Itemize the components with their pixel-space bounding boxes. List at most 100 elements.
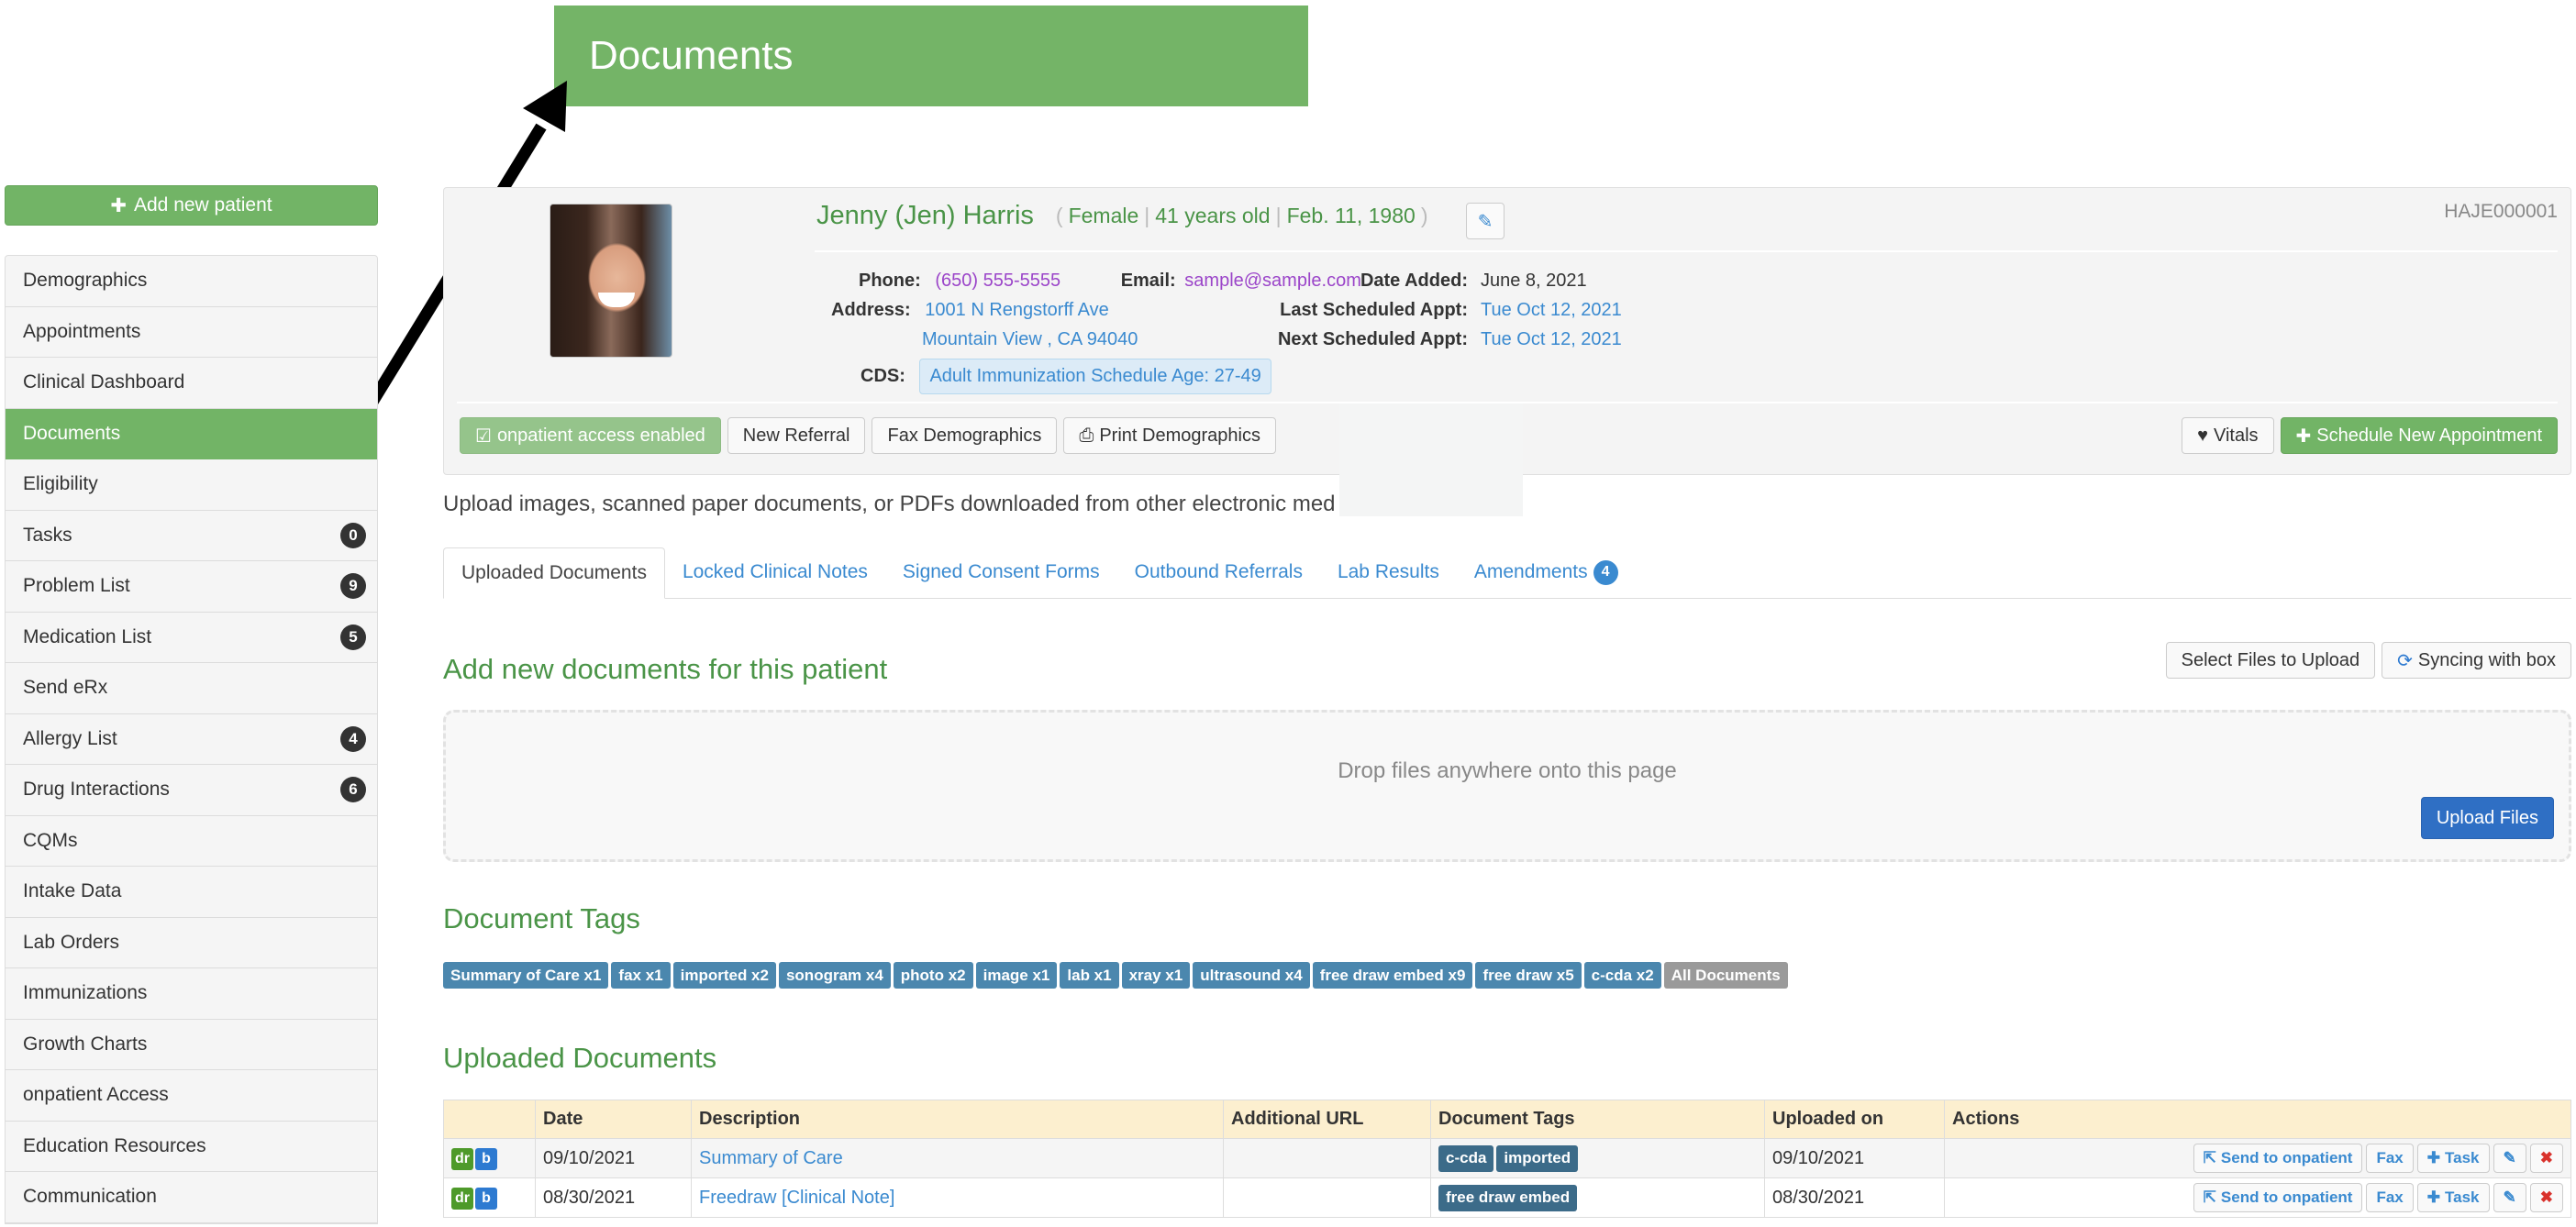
sidebar-item-demographics[interactable]: Demographics: [6, 256, 377, 307]
sidebar-item-label: Appointments: [23, 320, 141, 342]
phone-link[interactable]: (650) 555-5555: [935, 271, 1060, 291]
sidebar-item-intake-data[interactable]: Intake Data: [6, 867, 377, 918]
add-task-button[interactable]: ✚ Task: [2416, 1183, 2490, 1212]
add-new-patient-button[interactable]: ✚ Add new patient: [5, 185, 378, 226]
tab-amendments[interactable]: Amendments 4: [1457, 547, 1636, 598]
edit-document-button[interactable]: ✎: [2493, 1183, 2526, 1212]
callout-title: Documents: [589, 33, 794, 78]
tag-filter-photo-x2[interactable]: photo x2: [893, 962, 973, 989]
edit-patient-button[interactable]: ✎: [1466, 203, 1505, 239]
sidebar-item-label: CQMs: [23, 829, 78, 851]
delete-document-button[interactable]: ✖: [2529, 1144, 2563, 1173]
tag-filter-fax-x1[interactable]: fax x1: [611, 962, 671, 989]
tab-signed-consent-forms[interactable]: Signed Consent Forms: [885, 547, 1117, 598]
tab-lab-results[interactable]: Lab Results: [1320, 547, 1457, 598]
sidebar-item-eligibility[interactable]: Eligibility: [6, 459, 377, 511]
tag-filter-free-draw-x5[interactable]: free draw x5: [1475, 962, 1582, 989]
patient-gender: Female: [1068, 204, 1139, 227]
sidebar-item-immunizations[interactable]: Immunizations: [6, 968, 377, 1020]
file-dropzone[interactable]: Drop files anywhere onto this page Uploa…: [443, 710, 2571, 862]
address-line2[interactable]: Mountain View , CA 94040: [922, 329, 1138, 349]
sidebar-item-label: onpatient Access: [23, 1084, 169, 1106]
document-tag[interactable]: imported: [1496, 1144, 1579, 1172]
tag-filter-xray-x1[interactable]: xray x1: [1121, 962, 1191, 989]
address-line1[interactable]: 1001 N Rengstorff Ave: [925, 300, 1109, 320]
tag-filter-image-x1[interactable]: image x1: [975, 962, 1058, 989]
sidebar-item-send-erx[interactable]: Send eRx: [6, 663, 377, 714]
tag-filter-sonogram-x4[interactable]: sonogram x4: [778, 962, 891, 989]
document-date: 08/30/2021: [535, 1177, 692, 1218]
tag-filter-summary-of-care-x1[interactable]: Summary of Care x1: [443, 962, 609, 989]
edit-document-button[interactable]: ✎: [2493, 1144, 2526, 1173]
print-demographics-button[interactable]: ⎙ Print Demographics: [1063, 417, 1276, 454]
document-description-link[interactable]: Freedraw [Clinical Note]: [699, 1188, 894, 1208]
document-tag[interactable]: free draw embed: [1438, 1184, 1578, 1211]
last-appt-link[interactable]: Tue Oct 12, 2021: [1481, 300, 1622, 320]
date-added-value: June 8, 2021: [1481, 271, 1587, 291]
upload-files-button[interactable]: Upload Files: [2420, 797, 2554, 839]
vitals-button[interactable]: ♥ Vitals: [2182, 417, 2274, 454]
document-additional-url: [1223, 1177, 1431, 1218]
onpatient-access-button[interactable]: ☑ onpatient access enabled: [460, 417, 721, 454]
document-uploaded-on: 09/10/2021: [1764, 1138, 1945, 1178]
next-appt-link[interactable]: Tue Oct 12, 2021: [1481, 329, 1622, 349]
tag-filter-ultrasound-x4[interactable]: ultrasound x4: [1193, 962, 1310, 989]
tab-label: Lab Results: [1337, 561, 1439, 582]
sidebar-item-drug-interactions[interactable]: Drug Interactions 6: [6, 765, 377, 816]
box-icon[interactable]: b: [475, 1147, 497, 1170]
add-task-button[interactable]: ✚ Task: [2416, 1144, 2490, 1173]
delete-document-button[interactable]: ✖: [2529, 1183, 2563, 1212]
sidebar-item-label: Documents: [23, 422, 121, 444]
tag-filter-lab-x1[interactable]: lab x1: [1060, 962, 1119, 989]
drchrono-icon[interactable]: dr: [451, 1147, 473, 1170]
sidebar-item-problem-list[interactable]: Problem List 9: [6, 561, 377, 613]
cds-alert[interactable]: Adult Immunization Schedule Age: 27-49: [919, 359, 1271, 394]
sidebar-item-label: Eligibility: [23, 473, 98, 495]
fax-document-button[interactable]: Fax: [2366, 1144, 2414, 1173]
new-referral-button[interactable]: New Referral: [727, 417, 866, 454]
sidebar-item-communication[interactable]: Communication: [6, 1172, 377, 1223]
sidebar-count-badge: 5: [340, 624, 366, 650]
column-header-actions: Actions: [1944, 1100, 2571, 1139]
phone-label: Phone:: [859, 271, 921, 291]
select-files-button[interactable]: Select Files to Upload: [2165, 642, 2376, 679]
document-description-link[interactable]: Summary of Care: [699, 1148, 843, 1168]
send-to-onpatient-button[interactable]: ⇱ Send to onpatient: [2193, 1144, 2363, 1173]
sidebar-item-growth-charts[interactable]: Growth Charts: [6, 1020, 377, 1070]
sidebar-item-label: Clinical Dashboard: [23, 371, 185, 393]
sidebar-item-onpatient-access[interactable]: onpatient Access: [6, 1070, 377, 1122]
sidebar-item-medication-list[interactable]: Medication List 5: [6, 613, 377, 663]
tab-locked-clinical-notes[interactable]: Locked Clinical Notes: [665, 547, 885, 598]
sidebar-item-label: Communication: [23, 1186, 157, 1208]
share-icon: ⇱: [2203, 1188, 2216, 1206]
tag-filter-c-cda-x2[interactable]: c-cda x2: [1583, 962, 1661, 989]
schedule-appointment-button[interactable]: ✚ Schedule New Appointment: [2280, 417, 2558, 454]
sidebar-item-tasks[interactable]: Tasks 0: [6, 511, 377, 561]
tab-uploaded-documents[interactable]: Uploaded Documents: [443, 547, 665, 599]
sidebar-item-label: Growth Charts: [23, 1033, 148, 1055]
tag-filter-free-draw-embed-x9[interactable]: free draw embed x9: [1312, 962, 1473, 989]
sidebar-item-education-resources[interactable]: Education Resources: [6, 1122, 377, 1172]
sidebar-item-appointments[interactable]: Appointments: [6, 307, 377, 358]
box-icon[interactable]: b: [475, 1187, 497, 1210]
sidebar-item-documents[interactable]: Documents: [6, 408, 377, 459]
sidebar-item-clinical-dashboard[interactable]: Clinical Dashboard: [6, 358, 377, 409]
sidebar-item-cqms[interactable]: CQMs: [6, 816, 377, 867]
tag-filter-imported-x2[interactable]: imported x2: [672, 962, 776, 989]
document-tag[interactable]: c-cda: [1438, 1144, 1494, 1172]
table-header-row: Date Description Additional URL Document Ta…: [443, 1100, 2571, 1139]
send-to-onpatient-button[interactable]: ⇱ Send to onpatient: [2193, 1183, 2363, 1212]
tag-filter-all-documents[interactable]: All Documents: [1663, 962, 1788, 989]
callout-banner: Documents: [554, 6, 1308, 106]
tab-outbound-referrals[interactable]: Outbound Referrals: [1117, 547, 1320, 598]
fax-document-button[interactable]: Fax: [2366, 1183, 2414, 1212]
column-header-document-tags: Document Tags: [1430, 1100, 1765, 1139]
sync-box-button[interactable]: ⟳ Syncing with box: [2382, 642, 2571, 679]
sidebar-item-allergy-list[interactable]: Allergy List 4: [6, 714, 377, 765]
patient-dob: Feb. 11, 1980: [1286, 204, 1416, 227]
sidebar-item-lab-orders[interactable]: Lab Orders: [6, 918, 377, 968]
date-added-label: Date Added:: [1360, 271, 1468, 291]
fax-demographics-button[interactable]: Fax Demographics: [872, 417, 1058, 454]
column-header-icons: [443, 1100, 536, 1139]
drchrono-icon[interactable]: dr: [451, 1187, 473, 1210]
